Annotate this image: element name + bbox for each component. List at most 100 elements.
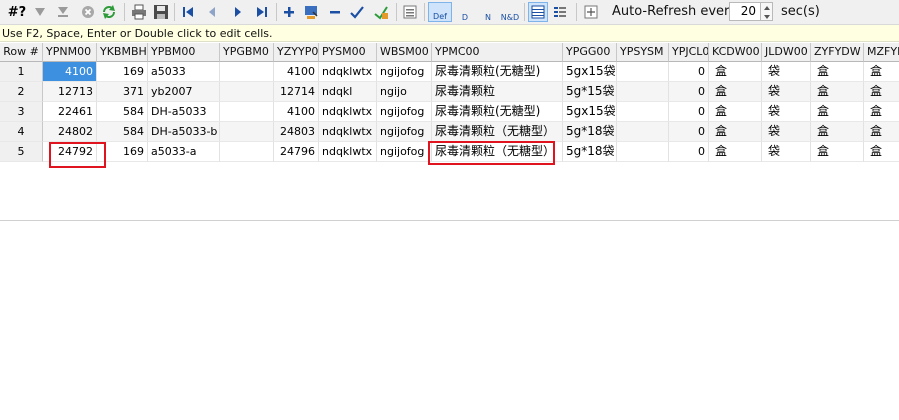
cell-ypnm[interactable]: 22461	[43, 102, 97, 122]
cell-ypbm[interactable]: a5033	[148, 62, 220, 82]
auto-refresh-icon[interactable]	[581, 2, 601, 22]
cell-ypgbm[interactable]	[220, 102, 274, 122]
auto-refresh-spinner[interactable]	[761, 2, 773, 21]
cell-ypgg[interactable]: 5g*15袋	[563, 82, 617, 102]
cell-pysm[interactable]: ndqklwtx	[319, 142, 377, 162]
table-row[interactable]: 1 4100 169 a5033 4100 ndqklwtx ngijofog 尿毒清颗粒(无…	[0, 62, 899, 82]
post-edit-icon[interactable]	[349, 2, 365, 22]
cell-ypmc[interactable]: 尿毒清颗粒(无糖型)	[432, 102, 563, 122]
cell-ypsysm[interactable]	[617, 142, 669, 162]
cell-ykbm[interactable]: 584	[97, 122, 148, 142]
cell-yzyyp[interactable]: 4100	[274, 102, 319, 122]
cell-ypjcl[interactable]: 0	[669, 122, 709, 142]
auto-refresh-interval-input[interactable]: 20	[729, 2, 761, 21]
cancel-icon[interactable]	[80, 2, 96, 22]
print-icon[interactable]	[130, 2, 148, 22]
insert-record-icon[interactable]	[302, 2, 320, 22]
cell-kcdw[interactable]: 盒	[709, 122, 762, 142]
cell-jldw[interactable]: 袋	[762, 102, 811, 122]
cell-wbsm[interactable]: ngijo	[377, 82, 432, 102]
column-header-yzyyp0[interactable]: YZYYP0	[274, 43, 319, 62]
cell-ypgg[interactable]: 5g*18袋	[563, 122, 617, 142]
cell-ypsysm[interactable]	[617, 122, 669, 142]
cell-ypsysm[interactable]	[617, 82, 669, 102]
refresh-icon[interactable]	[100, 2, 118, 22]
cell-ypgbm[interactable]	[220, 62, 274, 82]
spin-up-icon[interactable]	[761, 3, 772, 12]
cell-pysm[interactable]: ndqklwtx	[319, 102, 377, 122]
cell-jldw[interactable]: 袋	[762, 142, 811, 162]
cell-ypsysm[interactable]	[617, 62, 669, 82]
cell-ypmc[interactable]: 尿毒清颗粒(无糖型)	[432, 62, 563, 82]
cell-ypbm[interactable]: DH-a5033	[148, 102, 220, 122]
first-record-icon[interactable]	[180, 2, 196, 22]
next-record-icon[interactable]	[230, 2, 246, 22]
column-header-ypnm00[interactable]: YPNM00	[43, 43, 97, 62]
n-button[interactable]: N	[477, 2, 499, 22]
filter-button[interactable]: #?	[6, 2, 28, 22]
cell-ypgbm[interactable]	[220, 142, 274, 162]
cell-jldw[interactable]: 袋	[762, 82, 811, 102]
cell-mzfydw[interactable]: 盒	[864, 102, 899, 122]
cell-ypjcl[interactable]: 0	[669, 142, 709, 162]
cell-jldw[interactable]: 袋	[762, 62, 811, 82]
cell-jldw[interactable]: 袋	[762, 122, 811, 142]
cell-ykbm[interactable]: 584	[97, 102, 148, 122]
column-header-ypsysm[interactable]: YPSYSM	[617, 43, 669, 62]
cell-kcdw[interactable]: 盒	[709, 82, 762, 102]
row-number-cell[interactable]: 3	[0, 102, 43, 122]
cell-pysm[interactable]: ndqklwtx	[319, 122, 377, 142]
cell-pysm[interactable]: ndqklwtx	[319, 62, 377, 82]
row-number-cell[interactable]: 2	[0, 82, 43, 102]
cell-ypnm[interactable]: 24802	[43, 122, 97, 142]
filter-down-icon[interactable]	[32, 2, 48, 22]
nd-button[interactable]: N&D	[499, 2, 521, 22]
cell-ypmc[interactable]: 尿毒清颗粒（无糖型）	[432, 122, 563, 142]
cell-zyfydw[interactable]: 盒	[811, 82, 864, 102]
spin-down-icon[interactable]	[761, 12, 772, 21]
cell-ykbm[interactable]: 169	[97, 62, 148, 82]
cell-wbsm[interactable]: ngijofog	[377, 102, 432, 122]
delete-record-icon[interactable]	[327, 2, 343, 22]
cell-zyfydw[interactable]: 盒	[811, 142, 864, 162]
grid-view-icon[interactable]	[528, 2, 548, 22]
cell-ypbm[interactable]: DH-a5033-b	[148, 122, 220, 142]
add-record-icon[interactable]	[281, 2, 297, 22]
cell-ypnm[interactable]: 12713	[43, 82, 97, 102]
cell-zyfydw[interactable]: 盒	[811, 62, 864, 82]
cell-yzyyp[interactable]: 12714	[274, 82, 319, 102]
cell-wbsm[interactable]: ngijofog	[377, 62, 432, 82]
cell-ypnm[interactable]: 4100	[43, 62, 97, 82]
column-header-row[interactable]: Row #	[0, 43, 43, 62]
column-header-ykbmbh[interactable]: YKBMBH	[97, 43, 148, 62]
cell-ypgbm[interactable]	[220, 82, 274, 102]
cell-kcdw[interactable]: 盒	[709, 62, 762, 82]
cell-ypjcl[interactable]: 0	[669, 102, 709, 122]
cell-wbsm[interactable]: ngijofog	[377, 122, 432, 142]
cell-zyfydw[interactable]: 盒	[811, 122, 864, 142]
column-header-ypjcl0[interactable]: YPJCL0	[669, 43, 709, 62]
cell-mzfydw[interactable]: 盒	[864, 122, 899, 142]
column-header-ypgg00[interactable]: YPGG00	[563, 43, 617, 62]
column-header-zyfydw[interactable]: ZYFYDW	[811, 43, 864, 62]
column-header-jldw00[interactable]: JLDW00	[762, 43, 811, 62]
row-number-cell[interactable]: 1	[0, 62, 43, 82]
cell-mzfydw[interactable]: 盒	[864, 62, 899, 82]
cell-zyfydw[interactable]: 盒	[811, 102, 864, 122]
record-view-icon[interactable]	[550, 2, 570, 22]
cell-pysm[interactable]: ndqkl	[319, 82, 377, 102]
cell-yzyyp[interactable]: 4100	[274, 62, 319, 82]
cell-ypgbm[interactable]	[220, 122, 274, 142]
table-row[interactable]: 2 12713 371 yb2007 12714 ndqkl ngijo 尿毒清颗粒 5g*15…	[0, 82, 899, 102]
prev-record-icon[interactable]	[204, 2, 220, 22]
table-row[interactable]: 3 22461 584 DH-a5033 4100 ndqklwtx ngijofog 尿毒清…	[0, 102, 899, 122]
d-button[interactable]: D	[454, 2, 476, 22]
last-record-icon[interactable]	[254, 2, 270, 22]
column-header-ypgbm0[interactable]: YPGBM0	[220, 43, 274, 62]
table-row[interactable]: 4 24802 584 DH-a5033-b 24803 ndqklwtx ngijofog…	[0, 122, 899, 142]
column-header-mzfydw[interactable]: MZFYDW	[864, 43, 899, 62]
cell-ypgg[interactable]: 5gx15袋	[563, 102, 617, 122]
cell-ypbm[interactable]: a5033-a	[148, 142, 220, 162]
cancel-edit-icon[interactable]	[372, 2, 390, 22]
cell-yzyyp[interactable]: 24796	[274, 142, 319, 162]
